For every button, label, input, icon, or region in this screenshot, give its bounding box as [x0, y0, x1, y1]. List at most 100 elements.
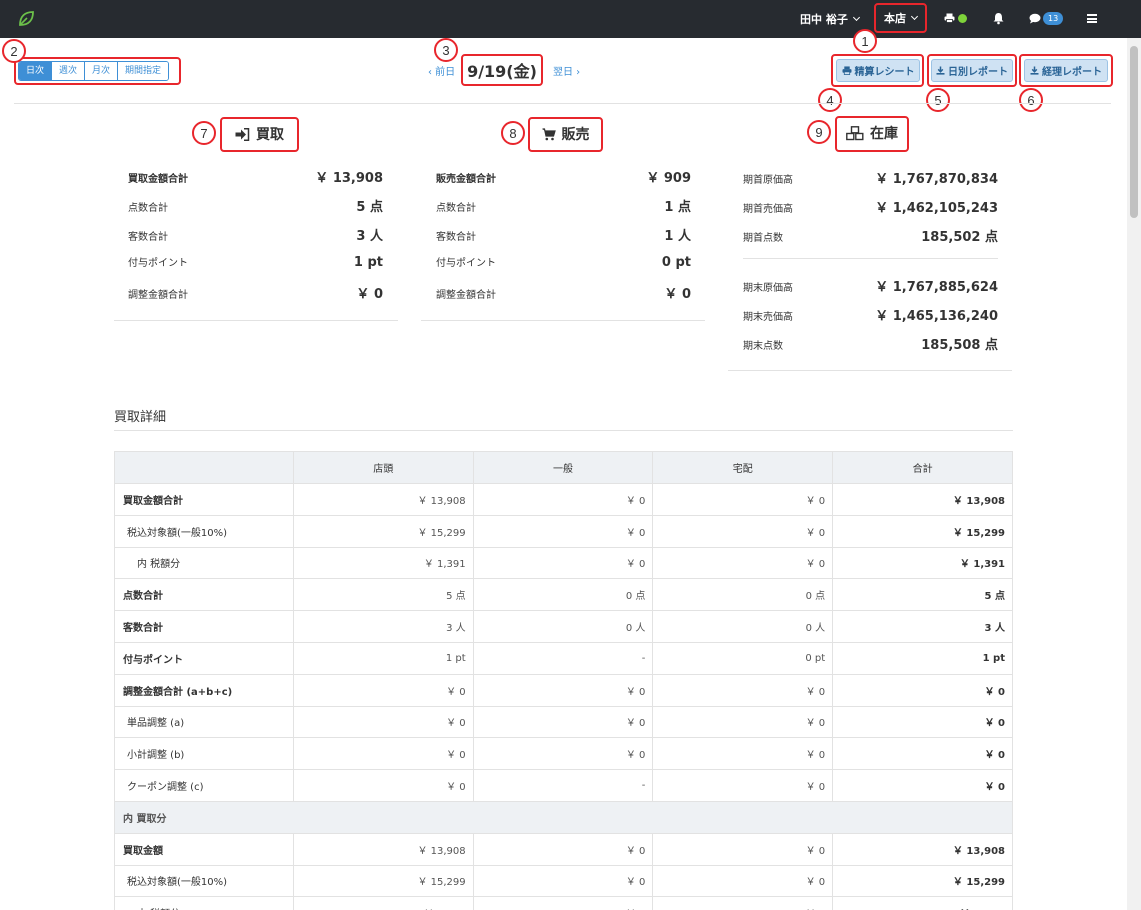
cubes-icon	[846, 125, 864, 140]
sales-item-count: 点数合計 1 点	[436, 200, 691, 215]
printer-status[interactable]	[944, 13, 967, 23]
receipt-button[interactable]: 精算レシート	[836, 59, 920, 82]
sales-title-text: 販売	[561, 127, 590, 143]
table-row: 調整金額合計 (a+b+c) ￥ 0 ￥ 0 ￥ 0 ￥ 0	[114, 673, 1013, 707]
table-row: 点数合計 5 点0 点0 点5 点	[114, 578, 1013, 612]
table-cell: ￥ 0	[472, 896, 654, 910]
inventory-start-count: 期首点数 185,502 点	[743, 230, 998, 245]
annotation-marker-5: 5	[926, 88, 950, 112]
table-cell: ￥ 0	[472, 514, 654, 548]
inventory-divider	[743, 258, 998, 259]
previous-day-link[interactable]: ‹ 前日	[428, 63, 455, 78]
period-toggle: 日次 週次 月次 期間指定	[18, 61, 170, 81]
period-custom-button[interactable]: 期間指定	[118, 62, 169, 80]
download-icon	[936, 66, 945, 75]
daily-report-button[interactable]: 日別レポート	[931, 59, 1013, 82]
row-label: 単品調整 (a)	[114, 705, 294, 739]
row-label: 点数合計	[114, 578, 294, 612]
table-cell: 1 pt	[832, 641, 1013, 675]
panel-divider	[114, 320, 398, 321]
table-cell: ￥ 0	[292, 737, 474, 771]
row-label: 調整金額合計 (a+b+c)	[114, 673, 294, 707]
table-cell: ￥ 0	[472, 832, 654, 866]
table-cell: ￥ 0	[652, 864, 834, 898]
table-cell: ￥ 0	[292, 769, 474, 802]
chevron-down-icon	[910, 12, 919, 21]
table-cell: 0 人	[652, 610, 834, 643]
bell-icon[interactable]	[993, 12, 1004, 25]
chat-bubble-icon	[1029, 13, 1041, 24]
row-label: 小計調整 (b)	[114, 737, 294, 771]
inventory-end-cost: 期末原価高 ￥ 1,767,885,624	[743, 280, 998, 295]
annotation-marker-1: 1	[853, 29, 877, 53]
download-icon	[1030, 66, 1039, 75]
table-cell: 0 人	[472, 610, 654, 643]
table-cell: ￥ 0	[652, 546, 834, 580]
table-cell: -	[472, 769, 654, 802]
inventory-title-text: 在庫	[870, 126, 898, 142]
table-header-cell: 一般	[472, 451, 654, 484]
chevron-down-icon	[852, 13, 860, 22]
store-selector[interactable]: 本店	[874, 3, 927, 33]
table-cell: 0 点	[472, 578, 654, 612]
accounting-report-label: 経理レポート	[1042, 67, 1102, 78]
printer-icon	[842, 66, 851, 75]
hamburger-menu-icon[interactable]	[1087, 14, 1097, 23]
table-cell: ￥ 0	[652, 832, 834, 866]
inventory-start-price: 期首売価高 ￥ 1,462,105,243	[743, 201, 998, 216]
table-cell: ￥ 0	[652, 483, 834, 516]
table-row: 内 税額分￥ 1,391￥ 0￥ 0￥ 1,391	[114, 896, 1013, 910]
table-cell: ￥ 0	[832, 737, 1013, 771]
table-row: 買取金額 ￥ 13,908 ￥ 0 ￥ 0 ￥ 13,908	[114, 832, 1013, 866]
table-cell: ￥ 1,391	[292, 546, 474, 580]
current-date: 9/19(金)	[467, 62, 537, 81]
row-label: 税込対象額(一般10%)	[114, 514, 294, 548]
section-divider	[114, 430, 1013, 431]
row-label: 客数合計	[114, 610, 294, 643]
period-weekly-button[interactable]: 週次	[52, 62, 86, 80]
table-row: 客数合計 3 人0 人0 人3 人	[114, 610, 1013, 643]
row-label: 内 税額分	[114, 896, 294, 910]
table-cell: ￥ 15,299	[832, 514, 1013, 548]
leaf-logo-icon[interactable]	[16, 9, 36, 29]
accounting-report-button[interactable]: 経理レポート	[1024, 59, 1108, 82]
user-name: 田中 裕子	[800, 13, 848, 26]
top-navbar: 田中 裕子 本店 13	[0, 0, 1141, 38]
annotation-marker-3: 3	[434, 38, 458, 62]
table-cell: ￥ 0	[472, 483, 654, 516]
table-cell: ￥ 15,299	[292, 864, 474, 898]
period-daily-button[interactable]: 日次	[19, 62, 53, 80]
user-menu[interactable]: 田中 裕子	[800, 11, 860, 27]
page-scrollbar[interactable]	[1127, 38, 1141, 910]
table-cell: ￥ 13,908	[292, 483, 474, 516]
table-row: 内 税額分￥ 1,391￥ 0￥ 0￥ 1,391	[114, 546, 1013, 580]
table-cell: 5 点	[832, 578, 1013, 612]
table-header-cell: 宅配	[652, 451, 834, 484]
row-label: 税込対象額(一般10%)	[114, 864, 294, 898]
sales-panel-title: 販売	[528, 118, 603, 150]
annotation-marker-7: 7	[192, 121, 216, 145]
purchase-points: 付与ポイント 1 pt	[128, 255, 383, 270]
next-day-link[interactable]: 翌日 ›	[553, 63, 580, 78]
sales-customer-count: 客数合計 1 人	[436, 229, 691, 244]
purchase-adjustment: 調整金額合計 ￥ 0	[128, 287, 383, 302]
messages-button[interactable]: 13	[1029, 12, 1064, 25]
shopping-cart-icon	[542, 127, 556, 140]
table-row: クーポン調整 (c) ￥ 0- ￥ 0 ￥ 0	[114, 769, 1013, 802]
table-cell: 3 人	[832, 610, 1013, 643]
header-divider	[14, 103, 1111, 104]
scrollbar-thumb[interactable]	[1130, 46, 1138, 218]
table-cell: ￥ 0	[832, 705, 1013, 739]
period-monthly-button[interactable]: 月次	[85, 62, 119, 80]
table-row: 付与ポイント 1 pt -0 pt 1 pt	[114, 641, 1013, 675]
group-label: 内 買取分	[114, 800, 1013, 834]
annotation-marker-2: 2	[2, 39, 26, 63]
purchase-detail-title: 買取詳細	[114, 410, 167, 425]
table-row: 小計調整 (b) ￥ 0 ￥ 0 ￥ 0 ￥ 0	[114, 737, 1013, 771]
table-cell: 0 pt	[652, 641, 834, 675]
table-row: 内 買取分	[114, 800, 1013, 834]
table-cell: ￥ 13,908	[292, 832, 474, 866]
panel-divider	[728, 370, 1012, 371]
table-cell: ￥ 1,391	[832, 896, 1013, 910]
table-cell: 5 点	[292, 578, 474, 612]
